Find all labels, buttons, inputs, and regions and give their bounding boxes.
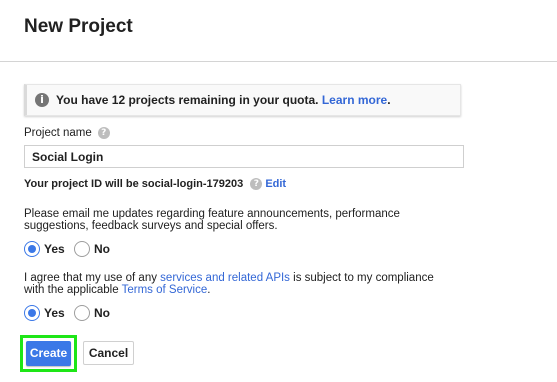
learn-more-link[interactable]: Learn more [322,93,387,107]
email-yes-label[interactable]: Yes [44,242,65,256]
project-id-text: Your project ID will be social-login-179… [24,178,244,190]
info-icon: i [35,93,49,107]
page-title: New Project [24,16,133,37]
terms-text-1: I agree that my use of any [24,272,161,284]
quota-text: You have 12 projects remaining in your q… [56,93,391,107]
terms-no-label[interactable]: No [94,306,110,320]
create-button-highlight: Create [20,335,77,372]
project-name-label-text: Project name [24,127,92,140]
services-apis-link[interactable]: services and related APIs [160,272,290,284]
quota-suffix: . [387,93,391,107]
create-button[interactable]: Create [26,341,71,366]
dialog-header: New Project [0,0,557,62]
terms-agreement: I agree that my use of any services and … [24,272,444,296]
terms-text-3: . [207,284,211,296]
cancel-button[interactable]: Cancel [83,341,134,365]
edit-project-id-link[interactable]: Edit [265,178,286,190]
project-name-label: Project name? [24,127,110,139]
email-yes-radio[interactable] [24,241,40,257]
email-no-label[interactable]: No [94,242,110,256]
help-icon[interactable]: ? [97,127,110,139]
project-name-input[interactable] [24,145,464,168]
terms-yes-radio[interactable] [24,305,40,321]
project-id-help-icon[interactable]: ? [250,178,263,191]
quota-notice: i You have 12 projects remaining in your… [24,84,461,116]
terms-no-radio[interactable] [74,305,90,321]
terms-yes-label[interactable]: Yes [44,306,65,320]
terms-of-service-link[interactable]: Terms of Service [122,284,208,296]
email-updates-question: Please email me updates regarding featur… [24,208,400,232]
quota-message: You have 12 projects remaining in your q… [56,93,319,107]
project-id-line: Your project ID will be social-login-179… [24,178,286,191]
email-no-radio[interactable] [74,241,90,257]
